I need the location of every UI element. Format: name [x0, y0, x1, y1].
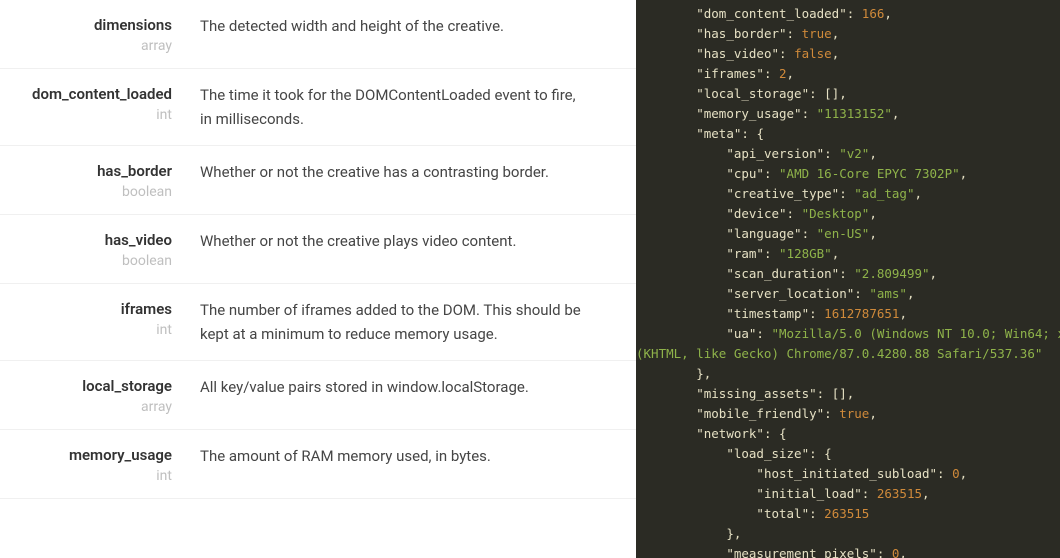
field-type: boolean	[0, 184, 172, 200]
field-desc: The amount of RAM memory used, in bytes.	[200, 444, 636, 468]
field-row: dimensions array The detected width and …	[0, 0, 636, 69]
field-row: has_video boolean Whether or not the cre…	[0, 215, 636, 284]
field-name: has_border	[0, 162, 172, 180]
field-type: boolean	[0, 253, 172, 269]
field-type: array	[0, 38, 172, 54]
field-name: has_video	[0, 231, 172, 249]
field-desc: The time it took for the DOMContentLoade…	[200, 83, 636, 131]
json-code-panel[interactable]: "dom_content_loaded": 166, "has_border":…	[636, 0, 1060, 558]
field-type: int	[0, 322, 172, 338]
field-name: memory_usage	[0, 446, 172, 464]
field-desc: The detected width and height of the cre…	[200, 14, 636, 38]
field-name: iframes	[0, 300, 172, 318]
field-type: array	[0, 399, 172, 415]
field-desc: Whether or not the creative plays video …	[200, 229, 636, 253]
field-desc: All key/value pairs stored in window.loc…	[200, 375, 636, 399]
field-row: has_border boolean Whether or not the cr…	[0, 146, 636, 215]
field-name: local_storage	[0, 377, 172, 395]
api-field-list: dimensions array The detected width and …	[0, 0, 636, 558]
field-type: int	[0, 107, 172, 123]
field-row: local_storage array All key/value pairs …	[0, 361, 636, 430]
field-name: dom_content_loaded	[0, 85, 172, 103]
field-desc: The number of iframes added to the DOM. …	[200, 298, 636, 346]
field-desc: Whether or not the creative has a contra…	[200, 160, 636, 184]
field-row: dom_content_loaded int The time it took …	[0, 69, 636, 146]
field-type: int	[0, 468, 172, 484]
field-name: dimensions	[0, 16, 172, 34]
field-row: iframes int The number of iframes added …	[0, 284, 636, 361]
field-row: memory_usage int The amount of RAM memor…	[0, 430, 636, 499]
